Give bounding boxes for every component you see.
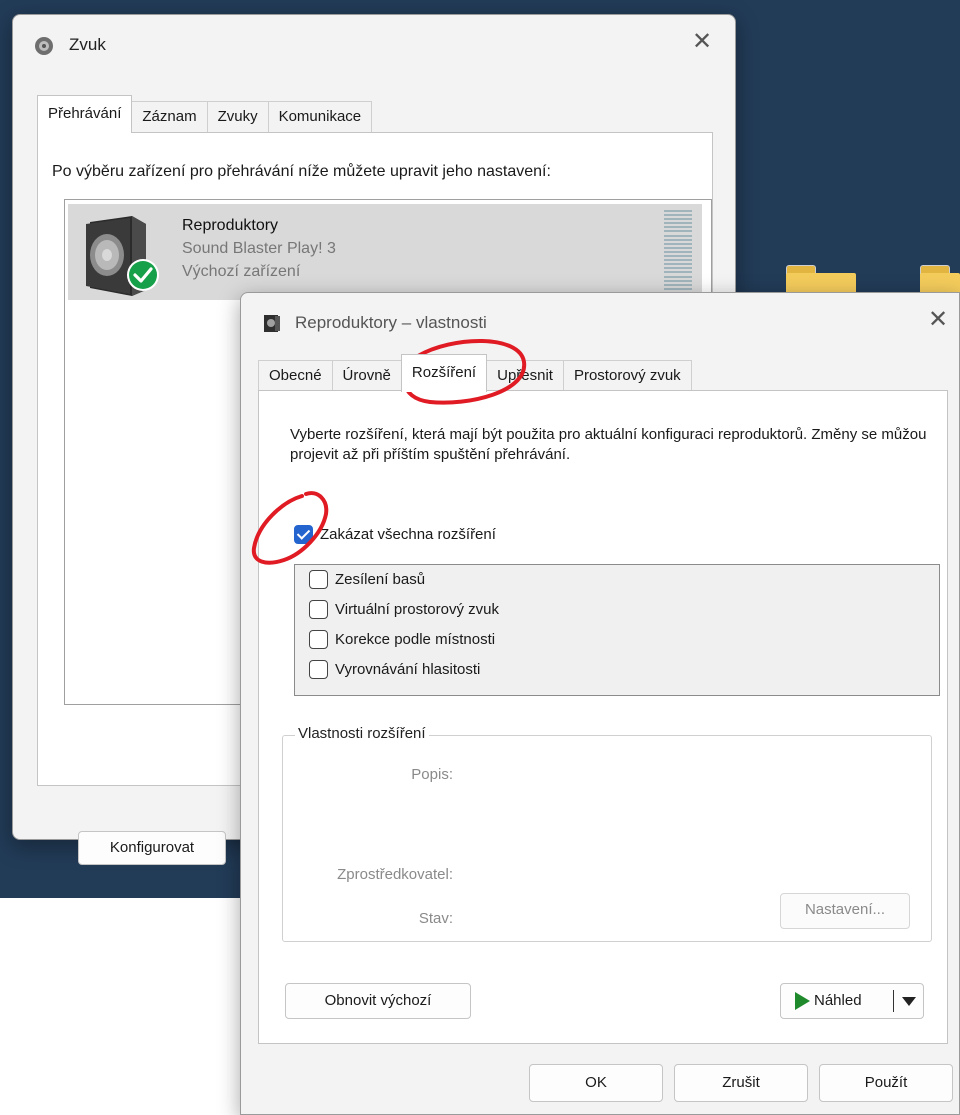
enhancement-bass-boost[interactable]: Zesílení basů — [309, 570, 425, 589]
tab-communication[interactable]: Komunikace — [267, 101, 373, 133]
checkbox-icon[interactable] — [309, 570, 328, 589]
dropdown-arrow-icon[interactable] — [902, 997, 916, 1006]
preview-label: Náhled — [814, 992, 862, 1009]
properties-tabs: Obecné Úrovně Rozšíření Upřesnit Prostor… — [258, 354, 692, 392]
play-icon — [795, 992, 810, 1010]
disable-all-label: Zakázat všechna rozšíření — [320, 526, 496, 543]
enhancement-loudness-equalization[interactable]: Vyrovnávání hlasitosti — [309, 660, 480, 679]
enhancements-list: Zesílení basů Virtuální prostorový zvuk … — [294, 564, 940, 696]
properties-close-icon[interactable]: ✕ — [925, 307, 951, 333]
cancel-button[interactable]: Zrušit — [674, 1064, 808, 1102]
sound-app-icon — [35, 37, 53, 55]
enhancement-label: Virtuální prostorový zvuk — [335, 601, 499, 618]
tab-levels[interactable]: Úrovně — [331, 360, 402, 392]
sound-window-title: Zvuk — [69, 35, 106, 54]
playback-instruction: Po výběru zařízení pro přehrávání níže m… — [52, 163, 551, 180]
checkbox-icon[interactable] — [309, 660, 328, 679]
properties-titlebar[interactable]: Reproduktory – vlastnosti ✕ — [241, 293, 959, 351]
enhancement-room-correction[interactable]: Korekce podle místnosti — [309, 630, 495, 649]
ok-button[interactable]: OK — [529, 1064, 663, 1102]
enhancement-label: Vyrovnávání hlasitosti — [335, 661, 481, 678]
tab-playback[interactable]: Přehrávání — [37, 95, 133, 133]
tab-spatial-sound[interactable]: Prostorový zvuk — [562, 360, 692, 392]
speaker-properties-window: Reproduktory – vlastnosti ✕ Obecné Úrovn… — [240, 292, 960, 1115]
tab-advanced[interactable]: Upřesnit — [486, 360, 564, 392]
enhancement-properties-group: Vlastnosti rozšíření Popis: Zprostředkov… — [282, 725, 932, 942]
preview-split-button[interactable]: Náhled — [780, 983, 924, 1019]
enhancement-settings-button[interactable]: Nastavení... — [780, 893, 910, 929]
speaker-small-icon — [264, 315, 280, 332]
sound-tabs: Přehrávání Záznam Zvuky Komunikace — [37, 95, 373, 133]
enhancement-label: Korekce podle místnosti — [335, 631, 496, 648]
provider-label: Zprostředkovatel: — [337, 866, 453, 883]
tab-sounds[interactable]: Zvuky — [206, 101, 269, 133]
enhancements-description: Vyberte rozšíření, která mají být použit… — [290, 426, 927, 463]
tab-enhancements[interactable]: Rozšíření — [400, 354, 488, 392]
checkbox-icon[interactable] — [309, 630, 328, 649]
properties-window-title: Reproduktory – vlastnosti — [295, 313, 487, 332]
description-label: Popis: — [411, 766, 453, 783]
enhancement-virtual-surround[interactable]: Virtuální prostorový zvuk — [309, 600, 499, 619]
device-status: Výchozí zařízení — [182, 263, 301, 280]
tab-recording[interactable]: Záznam — [131, 101, 208, 133]
checkbox-checked-icon[interactable] — [294, 525, 313, 544]
disable-all-enhancements-checkbox[interactable]: Zakázat všechna rozšíření — [294, 525, 496, 544]
checkbox-icon[interactable] — [309, 600, 328, 619]
enhancement-label: Zesílení basů — [335, 571, 426, 588]
status-label: Stav: — [418, 910, 453, 927]
enhancements-panel: Vyberte rozšíření, která mají být použit… — [258, 390, 948, 1044]
sound-titlebar[interactable]: Zvuk ✕ — [13, 15, 735, 73]
tab-general[interactable]: Obecné — [258, 360, 333, 392]
device-item-speakers[interactable]: Reproduktory Sound Blaster Play! 3 Výcho… — [68, 204, 702, 300]
apply-button[interactable]: Použít — [819, 1064, 953, 1102]
restore-defaults-button[interactable]: Obnovit výchozí — [285, 983, 471, 1019]
device-name: Reproduktory — [182, 217, 279, 234]
device-model: Sound Blaster Play! 3 — [182, 240, 336, 257]
sound-close-icon[interactable]: ✕ — [689, 29, 715, 55]
default-checkmark-icon — [127, 259, 159, 291]
configure-button[interactable]: Konfigurovat — [78, 831, 226, 865]
volume-level-meter — [664, 210, 692, 290]
enhancement-properties-legend: Vlastnosti rozšíření — [295, 725, 429, 742]
